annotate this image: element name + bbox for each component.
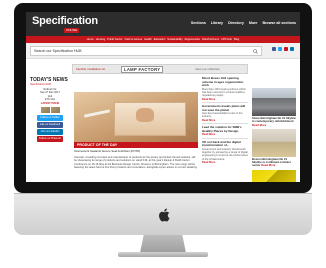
cat-clerk-leisure[interactable]: Clerk & Leisure xyxy=(125,38,143,41)
right-caption[interactable]: Boston Birmingham No 21 Skyline is combi… xyxy=(252,157,296,168)
hero-hand-shape xyxy=(136,108,154,122)
interior-photo[interactable] xyxy=(252,128,296,157)
news-card[interactable]: Lead the solution for SMB's Healthy Plac… xyxy=(202,125,248,139)
news-list: Mood Boxes fold opening scheme in ages r… xyxy=(202,76,248,181)
feature-body: Intercast, a leading innovator and manuf… xyxy=(74,156,198,170)
site-logo[interactable]: Specification xyxy=(32,15,98,27)
news-card-text: More than 100 housing scheme which has b… xyxy=(202,87,246,98)
search-icon[interactable] xyxy=(253,49,258,54)
cat-health[interactable]: Health xyxy=(144,38,152,41)
todays-news-sub: Specification HUB xyxy=(30,83,51,86)
search-row: Search our Specification HUB xyxy=(26,43,300,59)
left-sidebar: TODAY'S NEWS Specification HUB Refresh U… xyxy=(30,77,70,181)
latest-issue-label[interactable]: LATEST ISSUE xyxy=(30,102,70,105)
issue-thumbnails[interactable] xyxy=(30,107,70,114)
apple-logo-icon xyxy=(159,208,170,222)
product-of-the-day-label: PRODUCT OF THE DAY xyxy=(74,142,198,148)
linkedin-join-button[interactable]: Join us LinkedIn xyxy=(37,129,63,136)
facebook-like-button[interactable]: Like us Facebook xyxy=(37,122,63,129)
main-feature: PRODUCT OF THE DAY Intumescent Sealants … xyxy=(74,77,198,181)
cat-regeneration[interactable]: Regeneration xyxy=(185,38,201,41)
logo-badge: ONLINE xyxy=(64,28,80,33)
pinterest-icon[interactable] xyxy=(284,47,288,51)
floor-photo[interactable] xyxy=(252,169,296,182)
cat-home[interactable]: Home xyxy=(87,38,94,41)
ad-left-text: Flexible installation kit xyxy=(76,67,106,71)
ad-logo: LAMP FACTORY xyxy=(121,66,164,73)
news-card-text: Government and industry should work toge… xyxy=(202,147,248,161)
hero-image[interactable] xyxy=(74,92,198,142)
category-nav: Home Housing Public Sector Clerk & Leisu… xyxy=(26,36,300,43)
read-more-link[interactable]: Read More xyxy=(202,98,248,101)
ad-right-text: View our collection xyxy=(195,67,220,71)
feature-headline[interactable]: Intumescent Sealants Secure Seal Antichl… xyxy=(74,149,198,154)
read-more-link[interactable]: Read More xyxy=(202,119,248,122)
nav-browse-all[interactable]: Browse all sections xyxy=(262,21,296,25)
nav-sections[interactable]: Sections xyxy=(191,21,206,25)
browser-screen: Specification ONLINE Sections Library Di… xyxy=(26,12,300,182)
imac-mockup: Specification ONLINE Sections Library Di… xyxy=(0,0,326,268)
cat-public-sector[interactable]: Public Sector xyxy=(107,38,122,41)
read-more-link[interactable]: Read More xyxy=(252,123,266,127)
news-card-text: How key housebuilders react to the indus… xyxy=(202,112,243,119)
search-input[interactable]: Search our Specification HUB xyxy=(30,46,262,56)
building-photo[interactable] xyxy=(252,88,296,116)
nav-more[interactable]: More xyxy=(249,21,258,25)
cat-blog[interactable]: Blog xyxy=(234,38,239,41)
issue-thumb[interactable] xyxy=(50,107,60,114)
read-more-link[interactable]: Read More xyxy=(202,133,248,136)
read-more-link[interactable]: Read More xyxy=(261,163,275,167)
cat-refurbishment[interactable]: Refurbishment xyxy=(202,38,219,41)
news-card[interactable]: Government reveals plans will not save t… xyxy=(202,104,248,125)
divider xyxy=(202,101,248,103)
linkedin-icon[interactable] xyxy=(290,47,294,51)
social-icons xyxy=(272,47,294,51)
news-card-title[interactable]: Mood Boxes fold opening scheme in ages r… xyxy=(202,76,248,88)
nav-library[interactable]: Library xyxy=(211,21,223,25)
pinterest-follow-button[interactable]: Follow us Pinterest xyxy=(37,136,63,143)
cat-sustainability[interactable]: Sustainability xyxy=(167,38,182,41)
top-nav: Sections Library Directory More Browse a… xyxy=(191,21,296,25)
right-caption[interactable]: Stone Birmingham No 21 Skyline in contem… xyxy=(252,116,296,127)
divider xyxy=(202,123,248,125)
cat-cpd-hub[interactable]: CPD Hub xyxy=(221,38,232,41)
twitter-follow-button[interactable]: Follow us Twitter xyxy=(37,115,63,122)
issue-thumb[interactable] xyxy=(40,107,50,114)
twitter-icon[interactable] xyxy=(278,47,282,51)
ad-banner[interactable]: Flexible installation kit LAMP FACTORY V… xyxy=(72,64,248,74)
hero-sealant-strip xyxy=(83,109,111,118)
cat-housing[interactable]: Housing xyxy=(96,38,106,41)
news-card[interactable]: Mood Boxes fold opening scheme in ages r… xyxy=(202,76,248,103)
monitor-stand-neck xyxy=(140,235,186,253)
search-placeholder: Search our Specification HUB xyxy=(34,49,82,53)
monitor-stand-foot xyxy=(118,252,208,257)
news-card[interactable]: UK not back and the digital transformati… xyxy=(202,140,248,165)
nav-directory[interactable]: Directory xyxy=(228,21,244,25)
news-card-title[interactable]: UK not back and the digital transformati… xyxy=(202,140,248,148)
divider xyxy=(202,137,248,139)
read-more-link[interactable]: Read More xyxy=(202,161,248,164)
site-header: Specification ONLINE Sections Library Di… xyxy=(26,12,300,36)
facebook-icon[interactable] xyxy=(272,47,276,51)
right-sidebar: Stone Birmingham No 21 Skyline in contem… xyxy=(252,88,296,182)
cat-education[interactable]: Education xyxy=(154,38,166,41)
